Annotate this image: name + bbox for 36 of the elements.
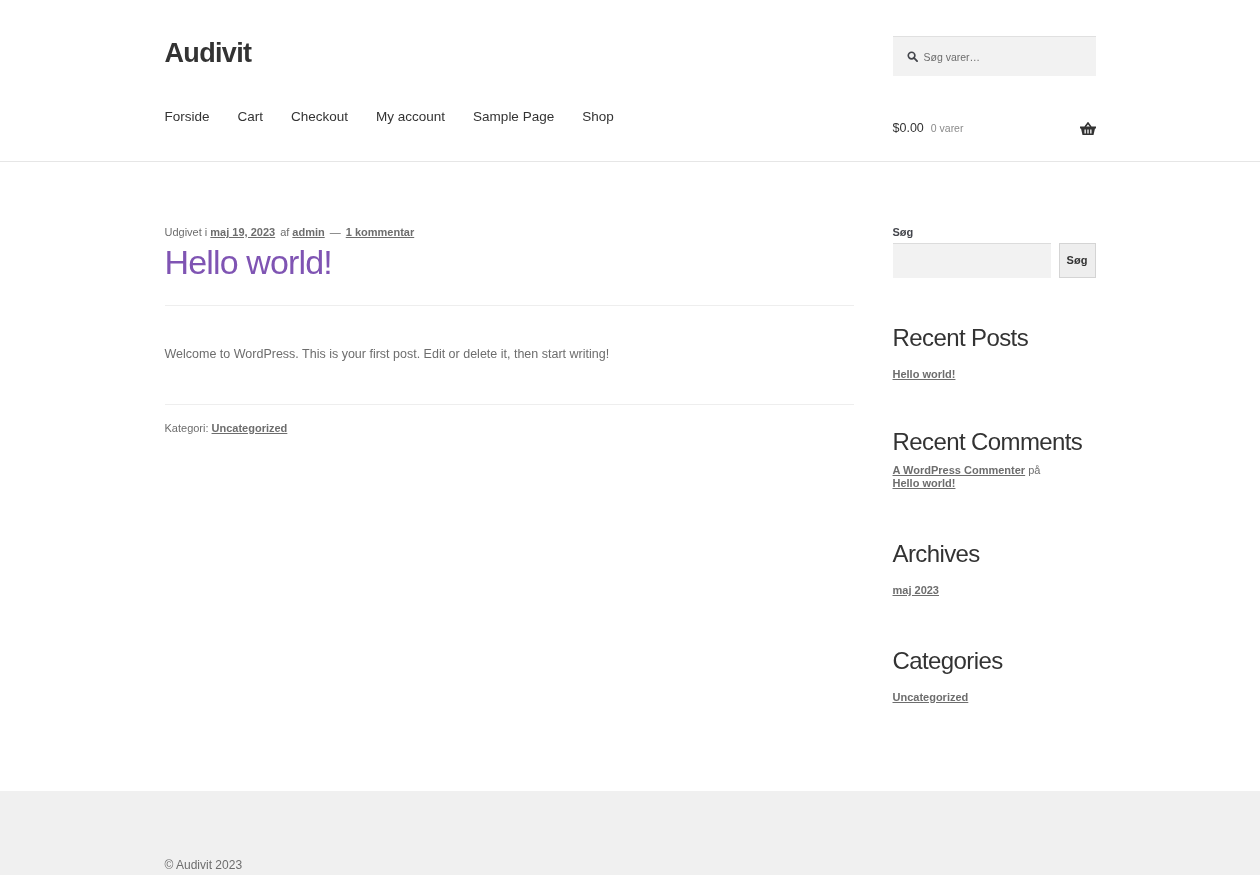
meta-text: Udgivet i bbox=[164, 225, 208, 240]
post-title[interactable]: Hello world! bbox=[164, 241, 332, 283]
site-title[interactable]: Audivit bbox=[164, 36, 252, 70]
cart-count: 0 varer bbox=[930, 120, 964, 136]
widget-heading: Recent Posts bbox=[892, 322, 1029, 353]
search-icon bbox=[906, 51, 918, 62]
search-label: Søg bbox=[892, 225, 914, 240]
nav-link[interactable]: Cart bbox=[237, 107, 264, 127]
basket-icon[interactable] bbox=[1079, 121, 1096, 135]
archive-link[interactable]: maj 2023 bbox=[892, 582, 939, 599]
copyright-text: © Audivit 2023 bbox=[164, 858, 243, 872]
search-button[interactable]: Søg bbox=[1058, 242, 1096, 278]
category-link[interactable]: Uncategorized bbox=[892, 688, 969, 705]
cart-total[interactable]: $0.00 bbox=[892, 119, 924, 138]
meta-text: — bbox=[329, 225, 341, 240]
product-search-field[interactable]: Søg varer… bbox=[892, 36, 1096, 76]
post-body: Welcome to WordPress. This is your first post. Edit or delete it, then start writing! bbox=[164, 346, 610, 363]
nav-link[interactable]: Checkout bbox=[291, 107, 349, 127]
nav-link[interactable]: Shop bbox=[582, 107, 614, 127]
nav-link[interactable]: Forside bbox=[164, 107, 210, 127]
category-label: Kategori: bbox=[164, 421, 209, 436]
widget-heading: Recent Comments bbox=[892, 427, 1083, 457]
category-link[interactable]: Uncategorized bbox=[211, 420, 288, 437]
comment-author-link[interactable]: A WordPress Commenter bbox=[892, 464, 1026, 476]
recent-comment: A WordPress Commenter på Hello world! bbox=[892, 464, 1042, 490]
widget-heading: Categories bbox=[892, 645, 1003, 676]
search-field[interactable] bbox=[892, 242, 1051, 278]
nav-link[interactable]: My account bbox=[376, 107, 446, 127]
recent-post-link[interactable]: Hello world! bbox=[892, 365, 956, 382]
comment-post-link[interactable]: Hello world! bbox=[892, 477, 956, 489]
widget-heading: Archives bbox=[892, 539, 980, 569]
meta-text: af bbox=[280, 225, 290, 240]
author-link[interactable]: admin bbox=[292, 224, 325, 240]
date-link[interactable]: maj 19, 2023 bbox=[210, 224, 276, 240]
nav-link[interactable]: Sample Page bbox=[473, 107, 555, 127]
comments-link[interactable]: 1 kommentar bbox=[345, 224, 415, 240]
